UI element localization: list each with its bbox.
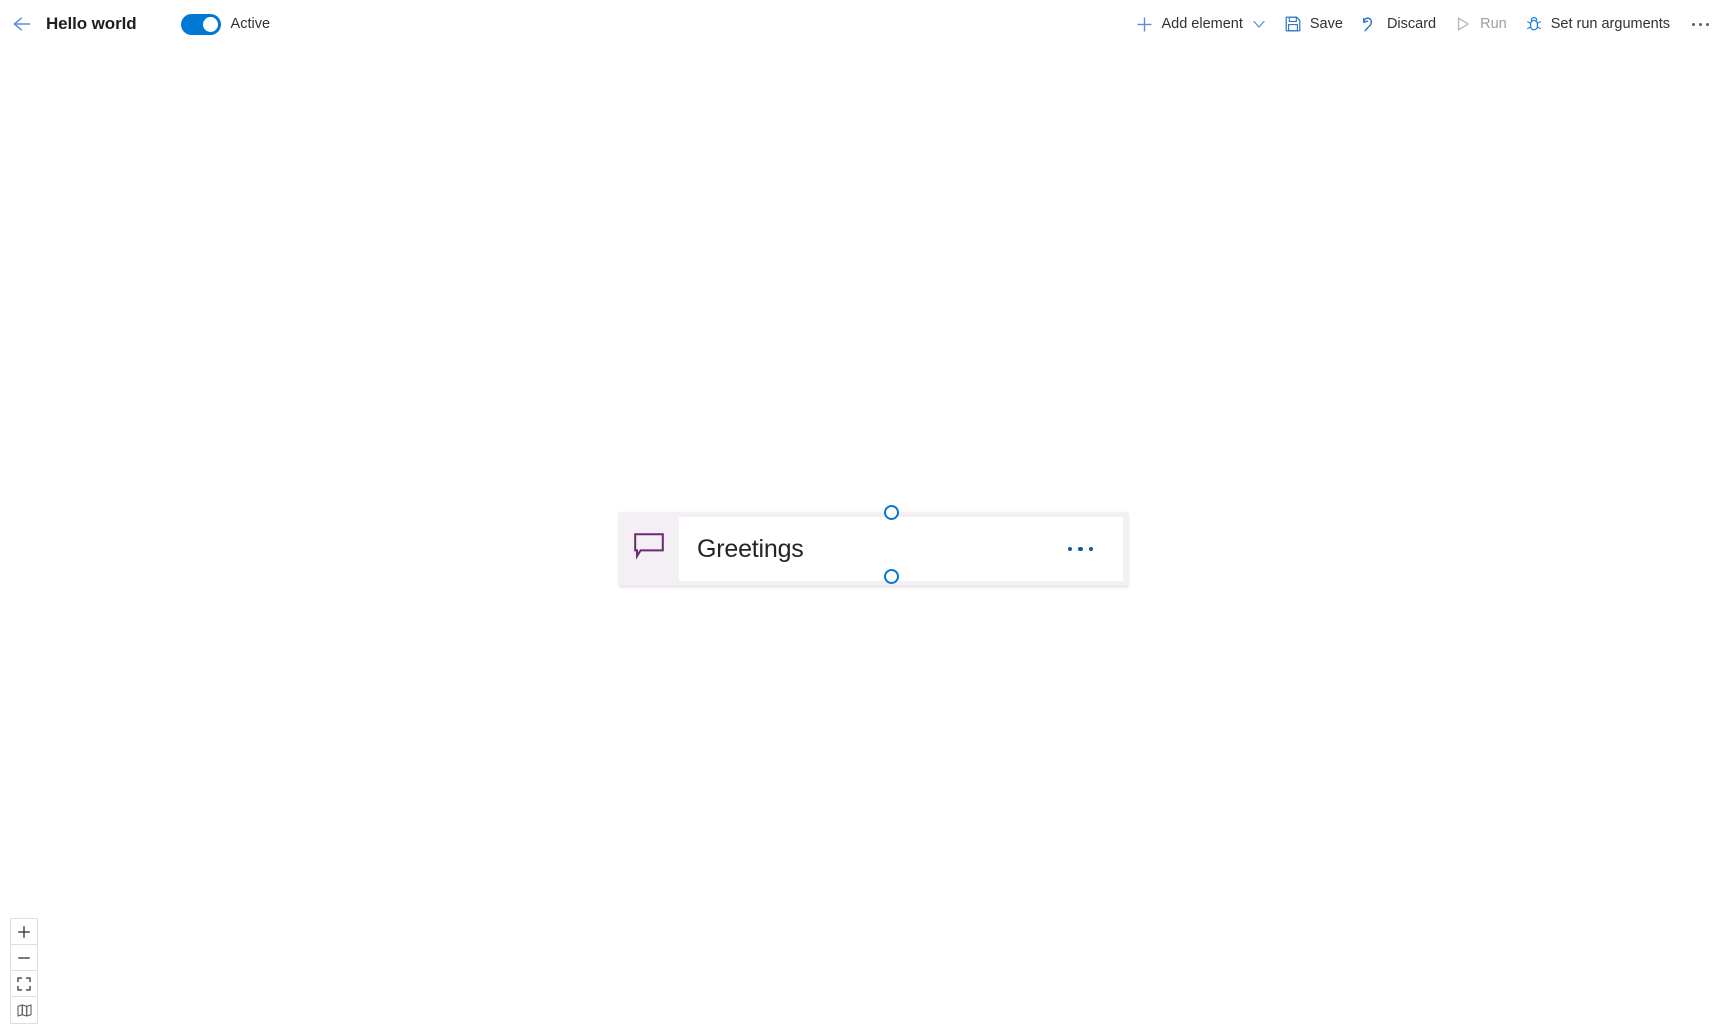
set-run-arguments-button[interactable]: Set run arguments <box>1516 4 1679 44</box>
flow-canvas[interactable]: Greetings <box>0 48 1727 1032</box>
save-icon <box>1284 15 1302 33</box>
run-label: Run <box>1480 15 1507 32</box>
flow-node-greetings[interactable]: Greetings <box>619 512 1128 586</box>
map-icon <box>16 1003 32 1017</box>
discard-label: Discard <box>1386 15 1437 32</box>
active-toggle-label: Active <box>230 16 271 32</box>
zoom-in-button[interactable] <box>11 919 37 945</box>
bug-icon <box>1525 15 1543 33</box>
command-bar: Hello world Active Add element Save Disc… <box>0 0 1727 48</box>
node-connector-handle-bottom[interactable] <box>884 569 899 584</box>
node-body: Greetings <box>679 517 1123 581</box>
back-arrow-icon <box>12 15 34 33</box>
node-title: Greetings <box>697 534 804 563</box>
plus-icon <box>1135 15 1153 33</box>
node-connector-handle-top[interactable] <box>884 505 899 520</box>
node-context-menu-button[interactable] <box>1064 541 1098 558</box>
plus-icon <box>17 925 31 939</box>
fit-screen-icon <box>17 976 31 991</box>
active-toggle-switch[interactable] <box>180 13 221 35</box>
discard-button[interactable]: Discard <box>1352 4 1445 44</box>
node-icon-strip <box>619 512 679 586</box>
play-icon <box>1454 15 1472 33</box>
back-button[interactable] <box>8 9 38 39</box>
minus-icon <box>17 951 31 965</box>
add-element-label: Add element <box>1161 15 1243 32</box>
page-title: Hello world <box>46 14 137 33</box>
ellipsis-icon <box>1691 22 1709 26</box>
fit-to-screen-button[interactable] <box>11 971 37 997</box>
chevron-down-icon[interactable] <box>1252 17 1266 31</box>
undo-icon <box>1361 15 1379 33</box>
set-run-arguments-label: Set run arguments <box>1550 15 1670 32</box>
save-label: Save <box>1309 15 1343 32</box>
active-toggle[interactable]: Active <box>180 13 271 35</box>
command-bar-overflow-button[interactable] <box>1683 4 1717 44</box>
speech-bubble-icon <box>634 532 664 566</box>
canvas-zoom-controls <box>10 918 38 1024</box>
minimap-button[interactable] <box>11 997 37 1023</box>
command-bar-right-group: Add element Save Discard Run Set run arg… <box>1126 0 1727 48</box>
add-element-button[interactable]: Add element <box>1126 4 1274 44</box>
command-bar-left-group: Hello world Active <box>0 0 270 48</box>
zoom-out-button[interactable] <box>11 945 37 971</box>
save-button[interactable]: Save <box>1275 4 1352 44</box>
run-button[interactable]: Run <box>1445 4 1516 44</box>
